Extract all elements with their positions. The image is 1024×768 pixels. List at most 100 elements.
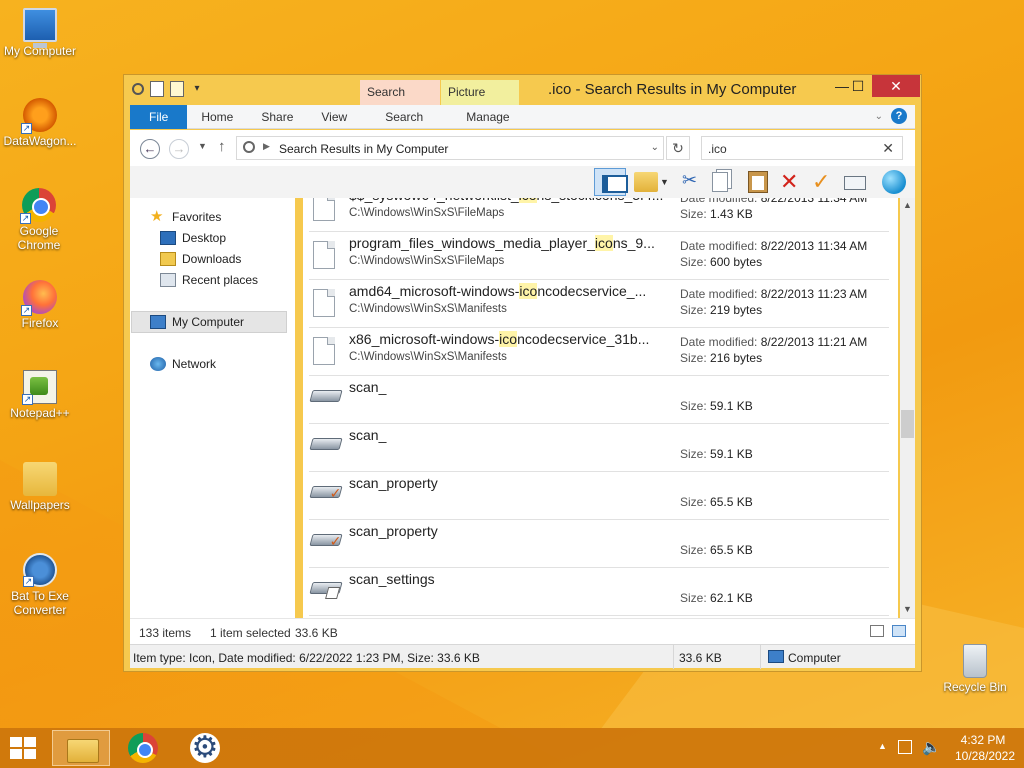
file-name: scan_settings <box>349 571 435 587</box>
taskbar-settings-app[interactable] <box>176 730 234 766</box>
network-status-icon[interactable] <box>898 740 912 754</box>
chevron-down-icon[interactable]: ⌄ <box>651 142 659 153</box>
show-hidden-icons-icon[interactable]: ▲ <box>878 741 887 751</box>
search-input[interactable]: .ico ✕ <box>701 136 903 160</box>
scanner-icon <box>309 486 343 498</box>
address-text: Search Results in My Computer <box>279 142 449 156</box>
list-item[interactable]: x86_microsoft-windows-iconcodecservice_3… <box>309 328 889 376</box>
list-item[interactable]: scan_settings Size: 62.1 KB <box>309 568 889 616</box>
desktop-icon-firefox[interactable]: ↗ Firefox <box>0 280 80 330</box>
desktop-icon-my-computer[interactable]: My Computer <box>0 8 80 58</box>
search-icon[interactable] <box>132 83 144 95</box>
tab-manage[interactable]: Manage <box>449 105 526 129</box>
search-icon <box>243 141 255 153</box>
bat-to-exe-icon: ↗ <box>23 553 57 587</box>
taskbar-file-explorer[interactable] <box>52 730 110 766</box>
network-icon <box>150 357 166 371</box>
file-path: C:\Windows\WinSxS\Manifests <box>349 351 507 363</box>
file-size: Size: 59.1 KB <box>680 447 753 461</box>
nav-recent-places[interactable]: Recent places <box>160 270 258 290</box>
date-modified: Date modified: 8/22/2013 11:23 AM <box>680 287 868 301</box>
clock-time[interactable]: 4:32 PM <box>954 733 1012 747</box>
nav-desktop[interactable]: Desktop <box>160 228 226 248</box>
desktop-icon-chrome[interactable]: ↗ Google Chrome <box>0 188 78 252</box>
clock-date[interactable]: 10/28/2022 <box>952 749 1018 763</box>
date-modified: Date modified: 8/22/2013 11:34 AM <box>680 239 868 253</box>
close-button[interactable]: ✕ <box>872 75 920 97</box>
desktop-icon-bat-to-exe[interactable]: ↗ Bat To Exe Converter <box>0 553 80 617</box>
recent-locations-chevron-icon[interactable]: ▼ <box>198 141 207 151</box>
chevron-right-icon[interactable]: ▶ <box>263 141 270 152</box>
start-button[interactable] <box>10 737 38 759</box>
refresh-button[interactable]: ↻ <box>666 136 690 160</box>
volume-icon[interactable]: 🔈 <box>922 738 941 756</box>
up-button[interactable]: ↑ <box>218 138 226 155</box>
taskbar-chrome[interactable] <box>114 730 172 766</box>
globe-icon[interactable] <box>882 170 906 194</box>
properties-icon[interactable] <box>150 81 164 97</box>
forward-button[interactable]: → <box>169 139 189 159</box>
folder-options-icon[interactable] <box>634 172 658 192</box>
address-toolbar: ← → ▼ ↑ ▶ Search Results in My Computer … <box>130 130 915 166</box>
ribbon-tabs: File Home Share View Search Manage ⌄ ? <box>130 104 915 129</box>
nav-favorites[interactable]: ★ Favorites <box>150 207 221 227</box>
nav-downloads[interactable]: Downloads <box>160 249 241 269</box>
details-bar: Item type: Icon, Date modified: 6/22/202… <box>130 644 915 669</box>
file-size: Size: 1.43 KB <box>680 207 753 221</box>
maximize-button[interactable]: ☐ <box>844 75 872 97</box>
tiles-view-icon[interactable] <box>892 625 906 637</box>
file-name: $$_syswow64_networklist_icons_stockicons… <box>349 198 667 203</box>
paste-icon[interactable] <box>748 171 768 193</box>
list-item[interactable]: amd64_microsoft-windows-iconcodecservice… <box>309 280 889 328</box>
tab-share[interactable]: Share <box>247 105 307 129</box>
tab-view[interactable]: View <box>307 105 361 129</box>
list-item[interactable]: scan_ Size: 59.1 KB <box>309 424 889 472</box>
expand-ribbon-icon[interactable]: ⌄ <box>875 111 883 122</box>
list-item[interactable]: scan_ Size: 59.1 KB <box>309 376 889 424</box>
chevron-down-icon[interactable]: ▼ <box>660 170 670 194</box>
datawagon-icon: ↗ <box>21 98 57 134</box>
clear-search-icon[interactable]: ✕ <box>882 140 894 157</box>
list-item[interactable]: scan_property Size: 65.5 KB <box>309 520 889 568</box>
desktop-icon-notepadpp[interactable]: ↗ Notepad++ <box>0 370 80 420</box>
list-item[interactable]: $$_syswow64_networklist_icons_stockicons… <box>309 198 889 232</box>
scanner-icon <box>309 390 343 402</box>
tab-file[interactable]: File <box>130 104 188 129</box>
scrollbar-thumb[interactable] <box>901 410 914 438</box>
title-bar[interactable]: ▾ Search Tools Picture Tools .ico - Sear… <box>124 75 921 124</box>
scanner-icon <box>309 534 343 546</box>
file-size: Size: 65.5 KB <box>680 543 753 557</box>
file-name: program_files_windows_media_player_icons… <box>349 235 655 251</box>
chevron-down-icon[interactable]: ▾ <box>190 81 204 97</box>
preview-pane-icon[interactable] <box>594 168 628 196</box>
cut-icon[interactable]: ✂ <box>682 170 706 194</box>
address-bar[interactable]: ▶ Search Results in My Computer ⌄ <box>236 136 664 160</box>
back-button[interactable]: ← <box>140 139 160 159</box>
properties-icon[interactable] <box>844 176 866 190</box>
copy-icon[interactable] <box>712 172 728 192</box>
desktop-icon-recycle-bin[interactable]: Recycle Bin <box>935 644 1015 694</box>
item-location: Computer <box>788 651 841 665</box>
nav-my-computer[interactable]: My Computer <box>131 311 287 333</box>
checkmark-icon[interactable]: ✓ <box>812 170 836 194</box>
desktop-icon-datawagon[interactable]: ↗ DataWagon... <box>0 98 80 148</box>
desktop-icon-wallpapers[interactable]: Wallpapers <box>0 462 80 512</box>
delete-icon[interactable]: ✕ <box>780 170 804 194</box>
list-item[interactable]: scan_property Size: 65.5 KB <box>309 472 889 520</box>
recycle-bin-icon <box>963 644 987 678</box>
scanner-icon <box>309 582 343 594</box>
scanner-icon <box>309 438 343 450</box>
nav-network[interactable]: Network <box>150 354 216 374</box>
help-icon[interactable]: ? <box>891 108 907 124</box>
list-item[interactable]: program_files_windows_media_player_icons… <box>309 232 889 280</box>
new-folder-icon[interactable] <box>170 81 184 97</box>
file-name: scan_property <box>349 523 438 539</box>
details-view-icon[interactable] <box>870 625 884 637</box>
chrome-icon: ↗ <box>20 188 56 224</box>
tab-search[interactable]: Search <box>369 105 439 129</box>
scroll-down-icon[interactable]: ▼ <box>903 604 912 614</box>
tab-home[interactable]: Home <box>187 105 247 129</box>
vertical-scrollbar[interactable]: ▲ ▼ <box>900 198 915 618</box>
file-name: scan_property <box>349 475 438 491</box>
scroll-up-icon[interactable]: ▲ <box>903 200 912 210</box>
